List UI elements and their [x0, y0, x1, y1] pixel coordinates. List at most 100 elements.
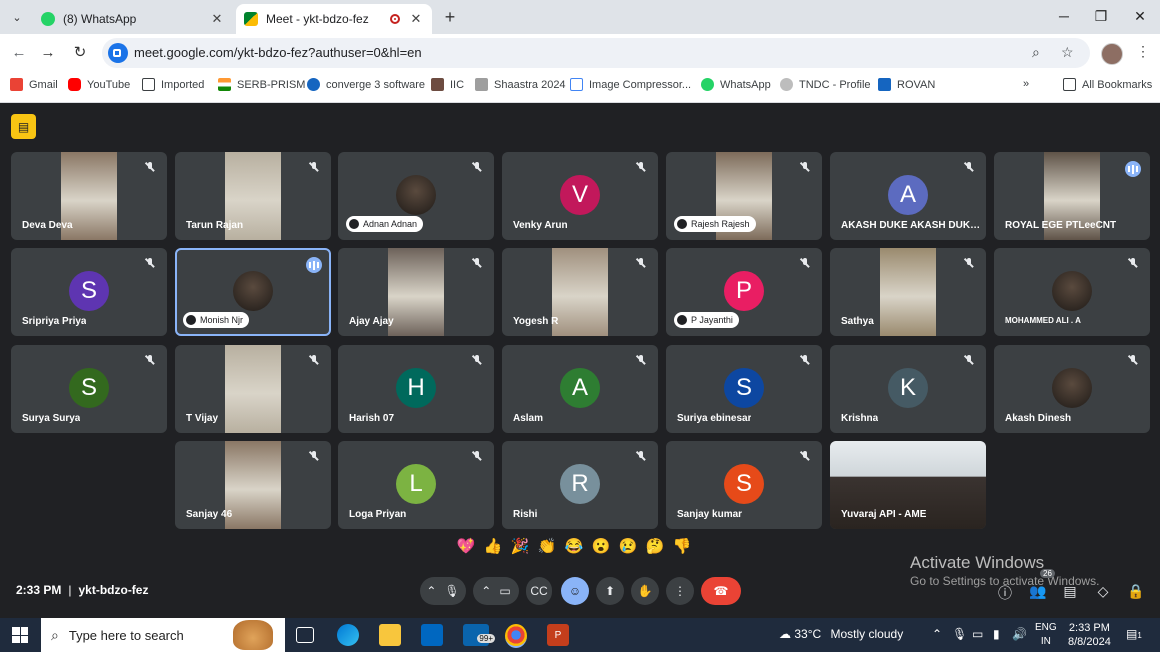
- participant-tile[interactable]: Sanjay 46: [175, 441, 331, 529]
- edge-icon[interactable]: [337, 624, 359, 646]
- bookmark-iic[interactable]: IIC: [431, 78, 464, 91]
- close-window-button[interactable]: ✕: [1130, 8, 1150, 25]
- participant-tile[interactable]: S Surya Surya: [11, 345, 167, 433]
- participant-tile[interactable]: Yogesh R: [502, 248, 658, 336]
- windows-start-icon[interactable]: [12, 627, 28, 643]
- microphone-button[interactable]: ⌃ 🎙: [420, 577, 466, 605]
- raise-hand-button[interactable]: ✋: [631, 577, 659, 605]
- participant-tile[interactable]: K Krishna: [830, 345, 986, 433]
- show-hidden-icons-chevron[interactable]: ⌃: [932, 627, 942, 641]
- present-button[interactable]: ⬆: [596, 577, 624, 605]
- participant-tile[interactable]: Tarun Rajan: [175, 152, 331, 240]
- forward-button[interactable]: →: [38, 43, 58, 63]
- participant-tile[interactable]: Akash Dinesh: [994, 345, 1150, 433]
- tab-meet[interactable]: Meet - ykt-bdzo-fez ✕: [236, 4, 432, 34]
- participant-tile[interactable]: V Venky Arun: [502, 152, 658, 240]
- bookmark-imported[interactable]: Imported: [142, 78, 204, 91]
- chevron-up-icon[interactable]: ⌃: [426, 584, 436, 598]
- participant-tile[interactable]: A AKASH DUKE AKASH DUKE ...: [830, 152, 986, 240]
- participant-tile[interactable]: MOHAMMED ALI . A: [994, 248, 1150, 336]
- participant-tile[interactable]: H Harish 07: [338, 345, 494, 433]
- participant-tile[interactable]: Adnan Adnan: [338, 152, 494, 240]
- close-icon[interactable]: ✕: [209, 11, 225, 27]
- battery-icon[interactable]: ▮: [993, 627, 1000, 641]
- camera-button[interactable]: ⌃ ▭: [473, 577, 519, 605]
- bookmark-gmail[interactable]: Gmail: [10, 78, 58, 91]
- chevron-up-icon[interactable]: ⌃: [481, 584, 491, 598]
- participant-tile[interactable]: L Loga Priyan: [338, 441, 494, 529]
- reaction-emoji[interactable]: 👍: [483, 537, 503, 555]
- activities-icon[interactable]: ◇: [1093, 583, 1113, 600]
- chrome-icon[interactable]: [505, 624, 527, 648]
- host-controls-icon[interactable]: 🔒: [1126, 583, 1146, 600]
- meeting-info-icon[interactable]: ⓘ: [995, 583, 1015, 603]
- mail-icon[interactable]: 99+: [463, 624, 495, 646]
- participant-tile[interactable]: Rajesh Rajesh: [666, 152, 822, 240]
- powerpoint-icon[interactable]: P: [547, 624, 569, 646]
- participant-tile[interactable]: Yuvaraj API - AME: [830, 441, 986, 529]
- bookmark-serb-prism[interactable]: SERB-PRISM: [218, 78, 305, 91]
- reaction-emoji[interactable]: 🎉: [510, 537, 530, 555]
- bookmark-youtube[interactable]: YouTube: [68, 78, 130, 91]
- captions-button[interactable]: CC: [526, 577, 552, 605]
- microphone-tray-icon[interactable]: 🎙: [952, 627, 967, 641]
- new-tab-button[interactable]: +: [441, 8, 459, 26]
- close-icon[interactable]: ✕: [408, 11, 424, 27]
- profile-avatar[interactable]: [1101, 43, 1123, 65]
- minimize-button[interactable]: ─: [1054, 8, 1074, 24]
- taskbar-search[interactable]: ⌕ Type here to search: [41, 618, 285, 652]
- more-options-button[interactable]: ⋮: [666, 577, 694, 605]
- participant-tile[interactable]: S Suriya ebinesar: [666, 345, 822, 433]
- volume-icon[interactable]: 🔊: [1012, 627, 1027, 641]
- all-bookmarks[interactable]: All Bookmarks: [1063, 78, 1152, 91]
- back-button[interactable]: ←: [9, 43, 29, 63]
- participant-tile[interactable]: S Sanjay kumar: [666, 441, 822, 529]
- reaction-emoji[interactable]: 😢: [618, 537, 638, 555]
- weather-widget[interactable]: ☁ 33°C Mostly cloudy: [779, 627, 903, 641]
- participant-tile[interactable]: Deva Deva: [11, 152, 167, 240]
- reaction-emoji[interactable]: 😮: [591, 537, 611, 555]
- notifications-icon[interactable]: ▤1: [1126, 627, 1142, 641]
- participant-tile[interactable]: Sathya: [830, 248, 986, 336]
- store-icon[interactable]: [421, 624, 443, 646]
- site-info-icon[interactable]: [108, 43, 128, 63]
- reload-button[interactable]: ↻: [70, 43, 90, 63]
- bookmark-star-icon[interactable]: ☆: [1061, 44, 1074, 61]
- bookmark-shaastra[interactable]: Shaastra 2024: [475, 78, 566, 91]
- zoom-search-icon[interactable]: ⌕: [1032, 44, 1040, 61]
- file-explorer-icon[interactable]: [379, 624, 401, 646]
- url-text[interactable]: meet.google.com/ykt-bdzo-fez?authuser=0&…: [134, 45, 422, 60]
- browser-menu-icon[interactable]: ⋮: [1136, 43, 1150, 60]
- network-icon[interactable]: ▭: [972, 627, 983, 641]
- reaction-emoji[interactable]: 😂: [564, 537, 584, 555]
- reaction-emoji[interactable]: 👎: [672, 537, 692, 555]
- participant-tile[interactable]: R Rishi: [502, 441, 658, 529]
- reaction-emoji[interactable]: 🤔: [645, 537, 665, 555]
- bookmark-converge[interactable]: converge 3 software: [307, 78, 425, 91]
- task-view-icon[interactable]: [296, 627, 314, 643]
- tab-search-chevron-icon[interactable]: ⌄: [7, 7, 27, 27]
- participant-tile[interactable]: A Aslam: [502, 345, 658, 433]
- restore-button[interactable]: ❐: [1091, 8, 1111, 25]
- participant-tile[interactable]: ROYAL EGE PTLeeCNT: [994, 152, 1150, 240]
- bookmark-rovan[interactable]: ROVAN: [878, 78, 935, 91]
- leave-call-button[interactable]: ☎: [701, 577, 741, 605]
- people-icon[interactable]: 👥: [1028, 583, 1048, 600]
- reactions-button[interactable]: ☺: [561, 577, 589, 605]
- bookmark-tndc[interactable]: TNDC - Profile: [780, 78, 871, 91]
- system-clock[interactable]: 2:33 PM 8/8/2024: [1068, 621, 1111, 649]
- address-bar[interactable]: meet.google.com/ykt-bdzo-fez?authuser=0&…: [102, 38, 1090, 68]
- participant-tile[interactable]: P P Jayanthi: [666, 248, 822, 336]
- participant-tile[interactable]: S Sripriya Priya: [11, 248, 167, 336]
- meeting-tools-icon[interactable]: ▤: [11, 114, 36, 139]
- reaction-emoji[interactable]: 👏: [537, 537, 557, 555]
- participant-tile[interactable]: Ajay Ajay: [338, 248, 494, 336]
- bookmark-whatsapp[interactable]: WhatsApp: [701, 78, 771, 91]
- bookmark-image-compressor[interactable]: Image Compressor...: [570, 78, 691, 91]
- participant-tile[interactable]: Monish Njr: [175, 248, 331, 336]
- participant-tile[interactable]: T Vijay: [175, 345, 331, 433]
- chat-icon[interactable]: ▤: [1060, 583, 1080, 600]
- reaction-emoji[interactable]: 💖: [456, 537, 476, 555]
- more-bookmarks-chevron-icon[interactable]: »: [1023, 78, 1029, 90]
- language-indicator[interactable]: ENG IN: [1035, 621, 1057, 649]
